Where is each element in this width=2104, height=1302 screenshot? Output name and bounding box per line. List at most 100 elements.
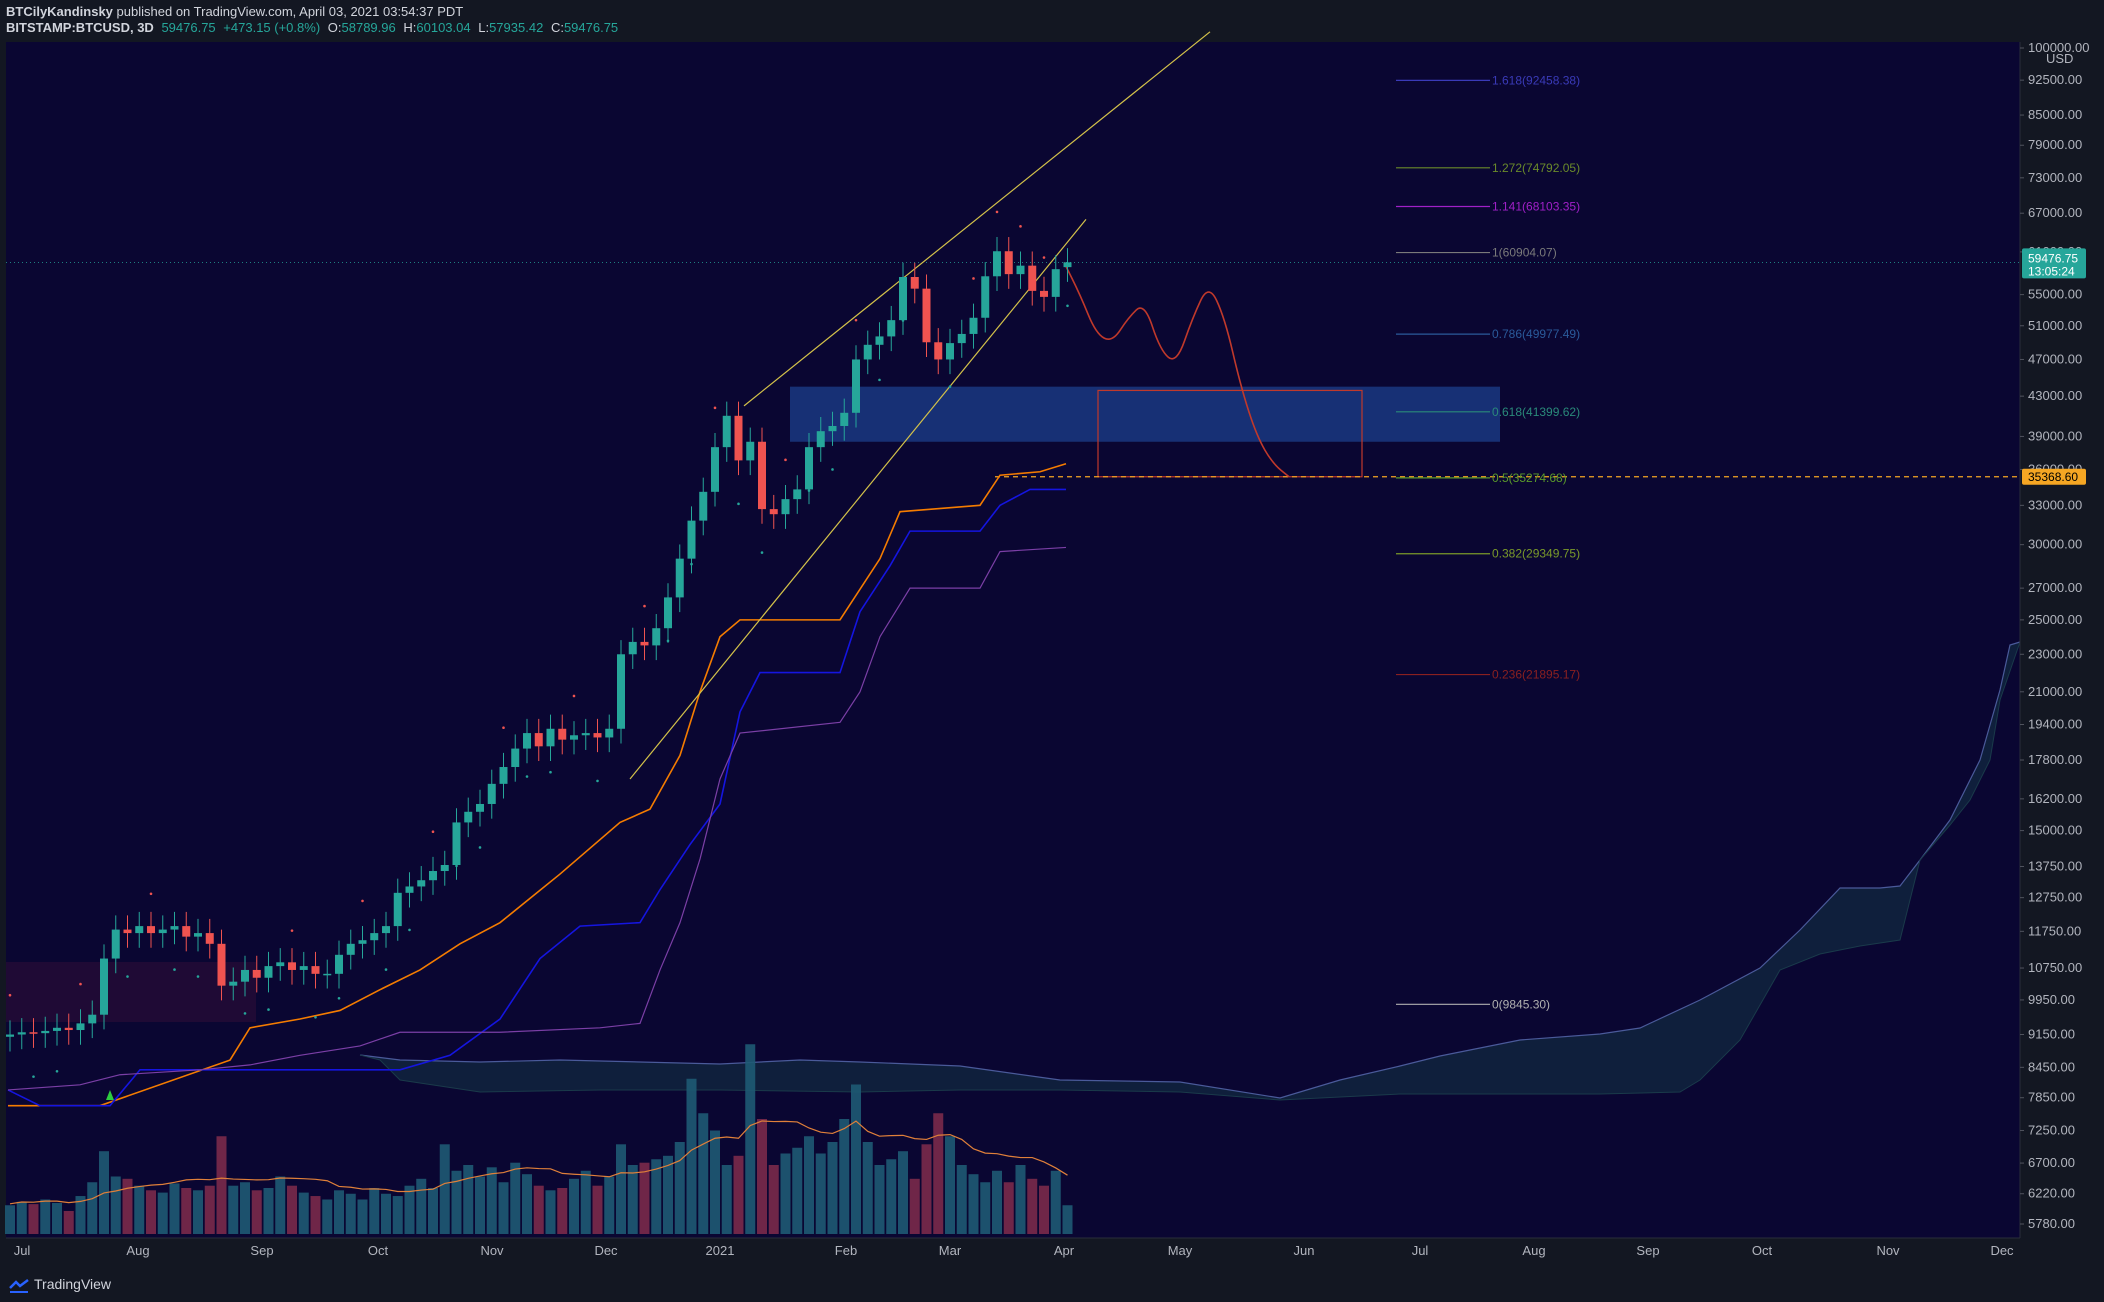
author-name[interactable]: BTCilyKandinsky [6,4,113,19]
candle-body [1028,265,1037,291]
candle-body [170,926,179,930]
candle-body [252,969,261,978]
symbol-line: BITSTAMP:BTCUSD, 3D 59476.75 +473.15 (+0… [6,20,622,36]
psar-dot [972,277,975,280]
price-change: +473.15 (+0.8%) [223,20,321,35]
psar-dot [619,696,623,700]
volume-bar [851,1084,861,1234]
tradingview-brand[interactable]: TradingView [34,1276,111,1292]
volume-bar [122,1178,133,1234]
volume-bar [87,1182,98,1234]
volume-bar [63,1211,74,1234]
candle-body [593,733,602,738]
candle-body [53,1027,61,1031]
price-tick-label: 8450.00 [2028,1059,2075,1074]
candle-body [570,735,578,740]
candle-body [640,641,649,646]
candle-body [558,728,567,740]
time-tick-label: Aug [1522,1243,1545,1258]
psar-dot [854,318,858,322]
price-tick-label: 5780.00 [2028,1216,2075,1231]
volume-bar [463,1165,474,1234]
candle-body [840,412,849,426]
candle-body [452,822,461,865]
volume-bar [381,1193,391,1234]
price-tick-label: 67000.00 [2028,205,2082,220]
psar-dot [243,1012,247,1015]
psar-dot [713,406,717,410]
volume-bar [592,1185,603,1234]
price-tick-label: 19400.00 [2028,716,2082,731]
volume-bar [698,1113,709,1234]
psar-dot [572,694,576,698]
volume-bar [392,1196,403,1234]
candle-body [805,447,813,490]
volume-bar [780,1153,791,1234]
volume-bar [839,1119,850,1234]
psar-dot [784,458,787,462]
fib-level-label: 0.618(41399.62) [1492,405,1580,419]
candle-body [100,958,108,1015]
volume-bar [240,1182,250,1234]
volume-bar [792,1147,803,1234]
candle-body [605,728,614,738]
time-tick-label: Sep [1636,1243,1659,1258]
volume-bar [110,1176,121,1234]
time-tick-label: Nov [1876,1243,1900,1258]
chart-canvas[interactable]: 1.618(92458.38) 1.272(74792.05) 1.141(6810… [0,0,2104,1302]
candle-body [1063,262,1072,268]
candle-body [17,1032,26,1035]
candle-body [628,641,637,655]
candle-body [229,981,238,986]
symbol-name[interactable]: BITSTAMP:BTCUSD, 3D [6,20,154,35]
candle-body [511,748,520,768]
psar-dot [55,1069,59,1073]
fib-level-label: 0(9845.30) [1492,997,1550,1011]
candle-body [1016,265,1025,275]
psar-dot [196,975,200,978]
price-tick-label: 79000.00 [2028,137,2082,152]
candle-body [217,943,226,986]
volume-bar [404,1185,415,1234]
candle-body [417,880,426,887]
volume-bar [486,1167,497,1234]
volume-bar [815,1153,826,1234]
candle-body [664,597,672,629]
candle-body [111,929,120,959]
tradingview-logo-icon[interactable] [8,1278,30,1294]
candle-body [1051,269,1060,297]
candle-body [581,733,590,736]
psar-dot [948,385,952,388]
price-tick-label: 85000.00 [2028,107,2082,122]
price-tick-label: 11750.00 [2028,923,2081,938]
candle-body [793,489,802,500]
fib-level-label: 1(60904.07) [1492,246,1557,260]
candle-body [276,962,285,967]
price-tick-label: 25000.00 [2028,612,2082,627]
psar-dot [643,604,646,608]
psar-dot [760,551,764,554]
candle-body [617,654,625,729]
volume-bar [898,1151,908,1234]
time-tick-label: Dec [594,1243,618,1258]
candle-body [993,251,1001,277]
time-tick-label: 2021 [706,1243,735,1258]
last-price-tag: 59476.75 [2028,251,2078,265]
volume-bar [1062,1205,1073,1234]
psar-dot [525,775,529,778]
volume-bar [181,1188,192,1234]
candle-body [758,441,766,510]
time-tick-label: Jul [1412,1243,1429,1258]
psar-dot [79,982,82,986]
candle-body [335,954,343,974]
price-tick-label: 6220.00 [2028,1186,2075,1201]
price-tick-label: 55000.00 [2028,287,2082,302]
candle-body [675,558,684,598]
psar-dot [361,899,364,903]
candle-body [1040,290,1048,297]
candle-body [687,520,696,559]
psar-dot [549,770,552,774]
volume-bar [745,1044,756,1234]
price-tick-label: 73000.00 [2028,170,2082,185]
volume-bar [909,1178,920,1234]
